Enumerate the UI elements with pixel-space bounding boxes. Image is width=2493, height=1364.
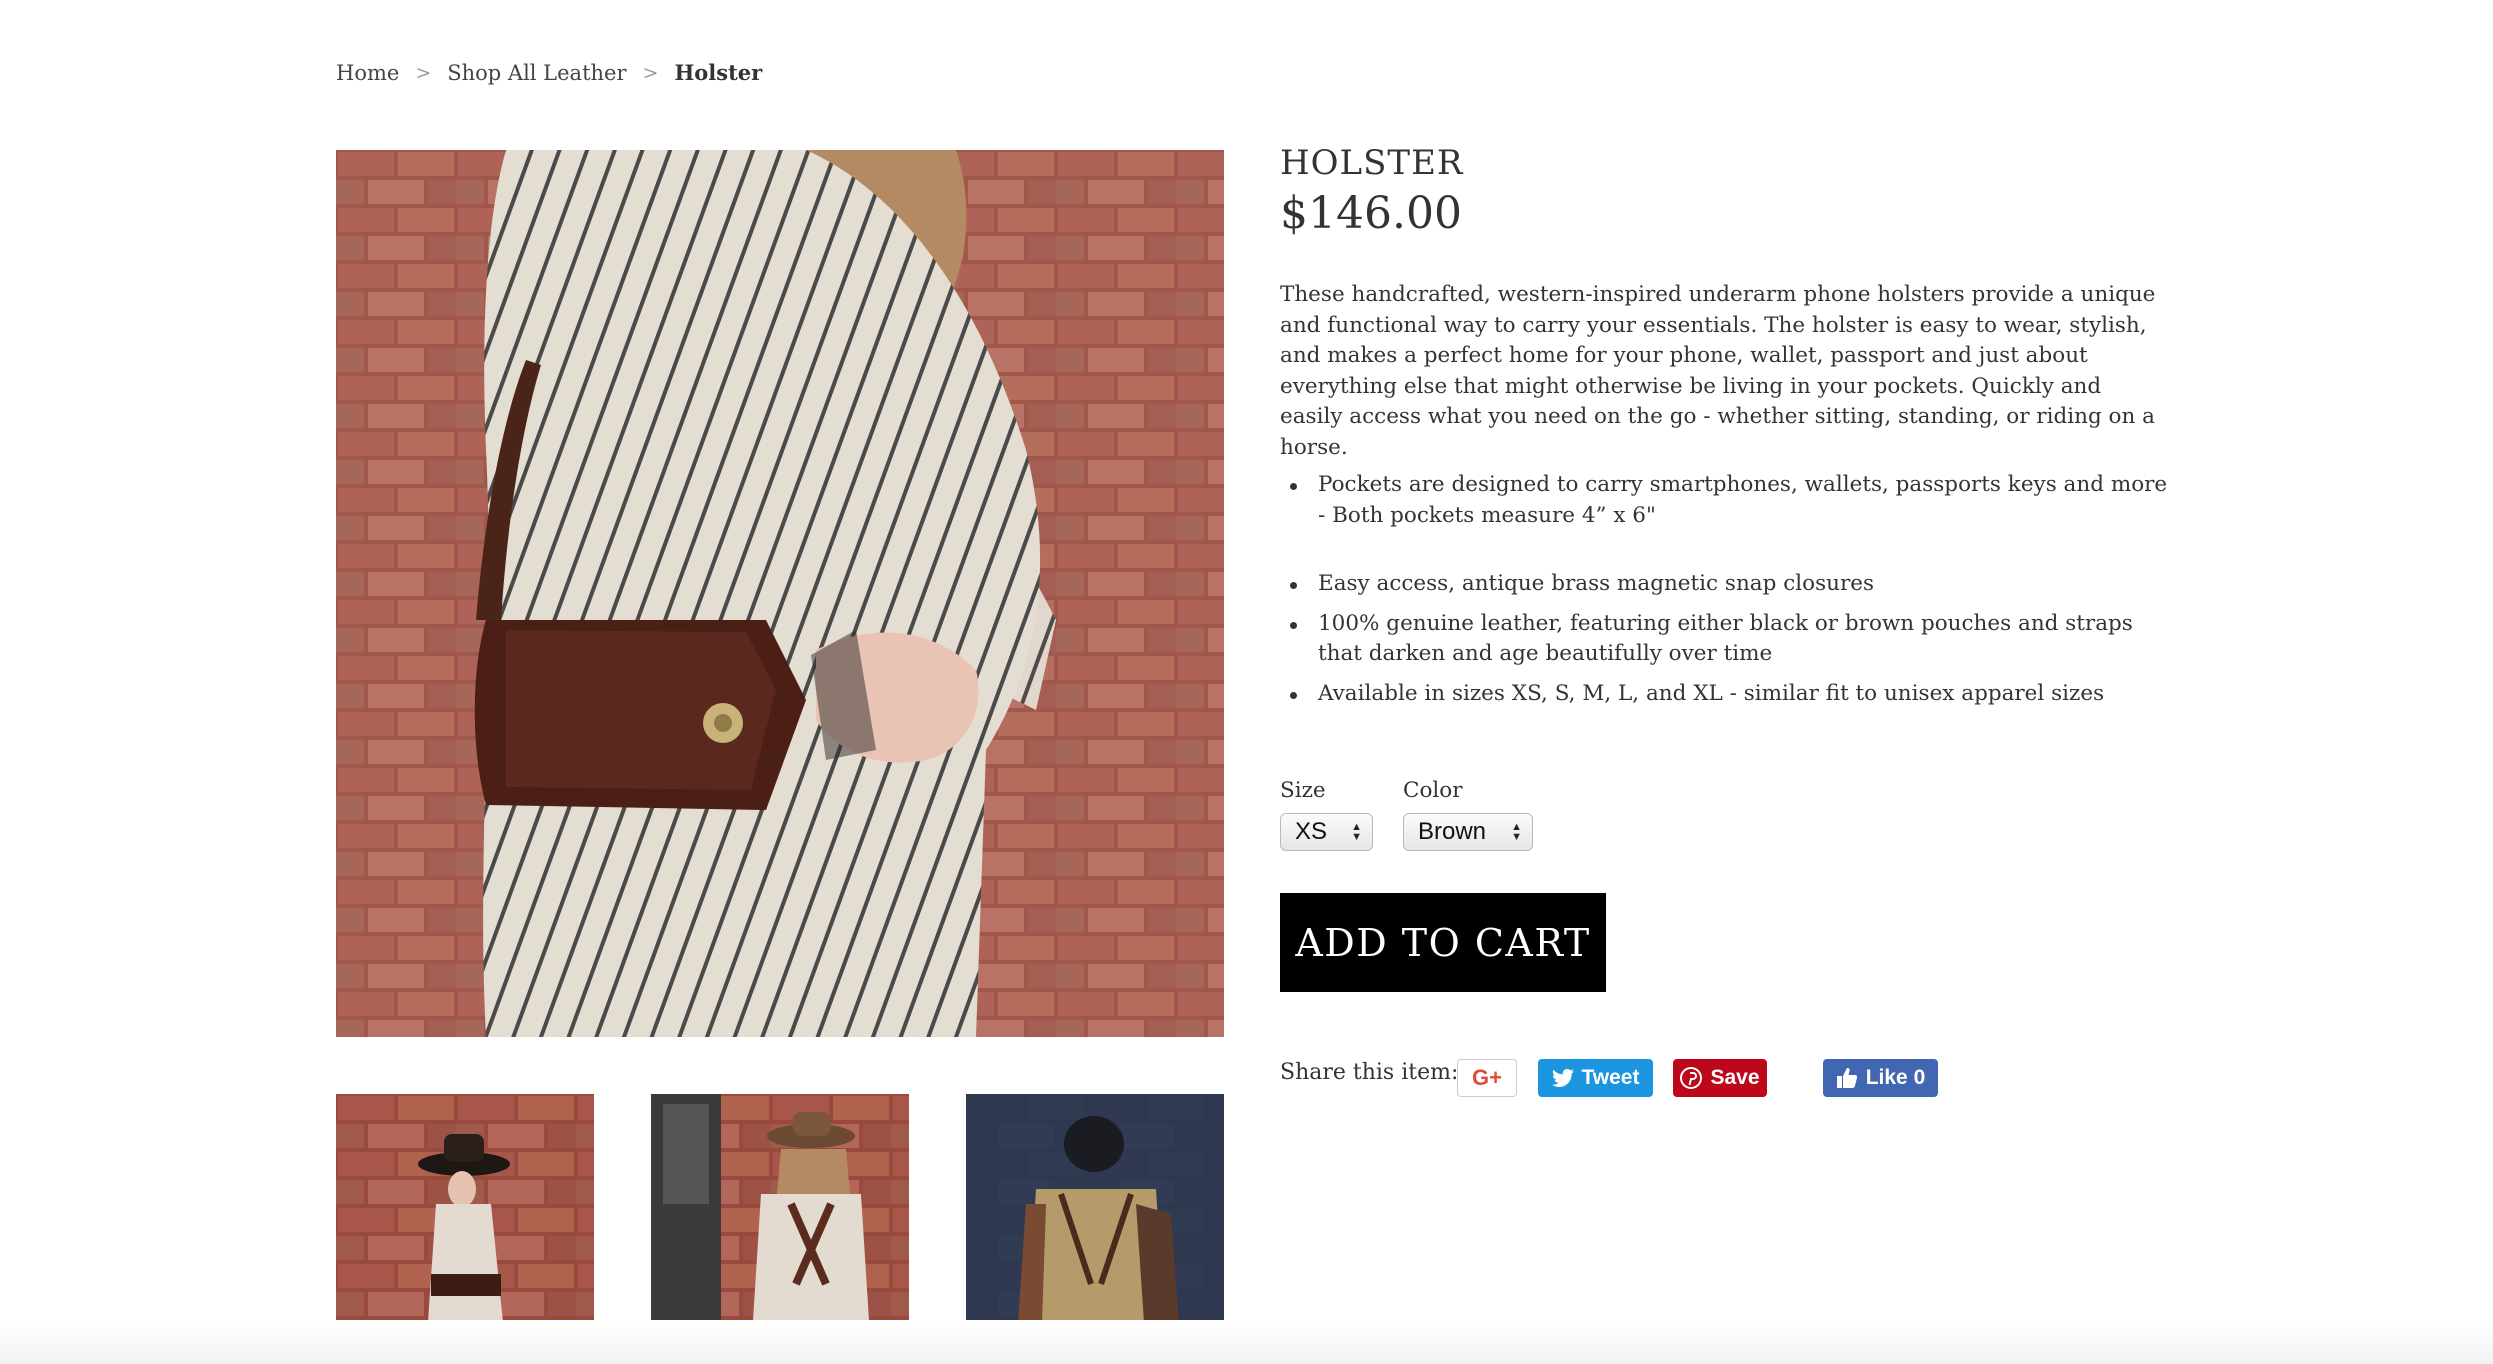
select-arrows-icon: ▲ ▼ bbox=[1351, 821, 1362, 843]
product-price: $146.00 bbox=[1280, 188, 1462, 239]
pinterest-icon bbox=[1680, 1067, 1703, 1089]
breadcrumb-separator: > bbox=[642, 61, 659, 84]
thumbnail-image[interactable] bbox=[651, 1094, 909, 1352]
google-plus-share-button[interactable]: G+ bbox=[1457, 1059, 1517, 1097]
pinterest-label: Save bbox=[1710, 1066, 1760, 1089]
page-bottom-shade bbox=[0, 1320, 2493, 1364]
color-select[interactable]: Brown ▲ ▼ bbox=[1403, 813, 1533, 851]
product-title: HOLSTER bbox=[1280, 143, 1464, 183]
breadcrumb-current: Holster bbox=[674, 60, 763, 85]
google-plus-label: G+ bbox=[1472, 1065, 1502, 1090]
product-description: These handcrafted, western-inspired unde… bbox=[1280, 282, 2156, 460]
tweet-label: Tweet bbox=[1581, 1066, 1640, 1089]
tweet-button[interactable]: Tweet bbox=[1538, 1059, 1653, 1097]
list-item: Available in sizes XS, S, M, L, and XL -… bbox=[1280, 679, 2180, 710]
size-label: Size bbox=[1280, 778, 1326, 803]
feature-list: Pockets are designed to carry smartphone… bbox=[1280, 470, 2180, 718]
list-item: Pockets are designed to carry smartphone… bbox=[1280, 470, 2180, 531]
thumbnail-image[interactable] bbox=[336, 1094, 594, 1352]
list-item: Easy access, antique brass magnetic snap… bbox=[1280, 569, 2180, 600]
size-select[interactable]: XS ▲ ▼ bbox=[1280, 813, 1373, 851]
select-arrows-icon: ▲ ▼ bbox=[1511, 821, 1522, 843]
color-label: Color bbox=[1403, 778, 1463, 803]
thumbnail-image[interactable] bbox=[966, 1094, 1224, 1352]
main-product-image[interactable] bbox=[336, 150, 1224, 1037]
breadcrumb-category-link[interactable]: Shop All Leather bbox=[447, 61, 626, 85]
pinterest-save-button[interactable]: Save bbox=[1673, 1059, 1767, 1097]
breadcrumb: Home > Shop All Leather > Holster bbox=[336, 60, 762, 85]
size-select-value: XS bbox=[1295, 818, 1328, 845]
share-label: Share this item: bbox=[1280, 1060, 1459, 1085]
facebook-like-label: Like 0 bbox=[1865, 1066, 1926, 1089]
twitter-bird-icon bbox=[1551, 1069, 1574, 1087]
breadcrumb-home-link[interactable]: Home bbox=[336, 61, 399, 85]
add-to-cart-button[interactable]: ADD TO CART bbox=[1280, 893, 1606, 992]
facebook-like-button[interactable]: Like 0 bbox=[1823, 1059, 1938, 1097]
color-select-value: Brown bbox=[1418, 818, 1487, 845]
list-item: 100% genuine leather, featuring either b… bbox=[1280, 609, 2180, 670]
thumbs-up-icon bbox=[1836, 1067, 1858, 1089]
breadcrumb-separator: > bbox=[415, 61, 432, 84]
